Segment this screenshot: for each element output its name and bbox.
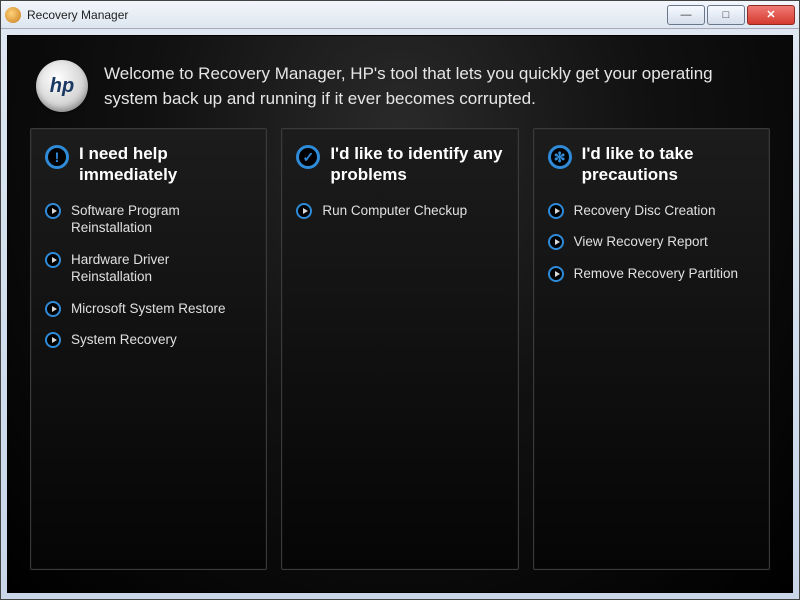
card-head: ✓ I'd like to identify any problems — [296, 143, 503, 186]
window-controls: — □ ✕ — [665, 5, 795, 25]
card-title: I'd like to take precautions — [582, 143, 755, 186]
minimize-button[interactable]: — — [667, 5, 705, 25]
item-system-recovery[interactable]: System Recovery — [45, 331, 252, 349]
item-software-reinstall[interactable]: Software Program Reinstallation — [45, 202, 252, 237]
check-icon: ✓ — [296, 145, 320, 169]
play-icon — [45, 203, 61, 219]
app-icon — [5, 7, 21, 23]
item-list: Recovery Disc Creation View Recovery Rep… — [548, 202, 755, 283]
item-label: Remove Recovery Partition — [574, 265, 738, 283]
play-icon — [45, 332, 61, 348]
header: hp Welcome to Recovery Manager, HP's too… — [30, 60, 770, 112]
item-label: View Recovery Report — [574, 233, 708, 251]
item-label: Run Computer Checkup — [322, 202, 467, 220]
titlebar[interactable]: Recovery Manager — □ ✕ — [1, 1, 799, 29]
hp-logo-icon: hp — [36, 60, 88, 112]
close-button[interactable]: ✕ — [747, 5, 795, 25]
card-title: I'd like to identify any problems — [330, 143, 503, 186]
item-label: Microsoft System Restore — [71, 300, 226, 318]
card-head: ! I need help immediately — [45, 143, 252, 186]
item-system-restore[interactable]: Microsoft System Restore — [45, 300, 252, 318]
card-help-immediately: ! I need help immediately Software Progr… — [30, 128, 267, 570]
item-label: Hardware Driver Reinstallation — [71, 251, 252, 286]
alert-icon: ! — [45, 145, 69, 169]
item-label: Software Program Reinstallation — [71, 202, 252, 237]
item-driver-reinstall[interactable]: Hardware Driver Reinstallation — [45, 251, 252, 286]
item-run-checkup[interactable]: Run Computer Checkup — [296, 202, 503, 220]
card-title: I need help immediately — [79, 143, 252, 186]
card-take-precautions: ✻ I'd like to take precautions Recovery … — [533, 128, 770, 570]
gear-icon: ✻ — [548, 145, 572, 169]
window-title: Recovery Manager — [27, 8, 665, 22]
app-window: Recovery Manager — □ ✕ hp Welcome to Rec… — [0, 0, 800, 600]
play-icon — [548, 266, 564, 282]
item-list: Software Program Reinstallation Hardware… — [45, 202, 252, 349]
item-recovery-disc[interactable]: Recovery Disc Creation — [548, 202, 755, 220]
item-remove-partition[interactable]: Remove Recovery Partition — [548, 265, 755, 283]
play-icon — [45, 252, 61, 268]
columns: ! I need help immediately Software Progr… — [30, 128, 770, 570]
welcome-text: Welcome to Recovery Manager, HP's tool t… — [104, 60, 764, 111]
item-view-report[interactable]: View Recovery Report — [548, 233, 755, 251]
item-label: Recovery Disc Creation — [574, 202, 716, 220]
play-icon — [548, 203, 564, 219]
card-identify-problems: ✓ I'd like to identify any problems Run … — [281, 128, 518, 570]
play-icon — [548, 234, 564, 250]
client-area: hp Welcome to Recovery Manager, HP's too… — [7, 35, 793, 593]
maximize-button[interactable]: □ — [707, 5, 745, 25]
play-icon — [296, 203, 312, 219]
card-head: ✻ I'd like to take precautions — [548, 143, 755, 186]
play-icon — [45, 301, 61, 317]
item-list: Run Computer Checkup — [296, 202, 503, 220]
item-label: System Recovery — [71, 331, 177, 349]
